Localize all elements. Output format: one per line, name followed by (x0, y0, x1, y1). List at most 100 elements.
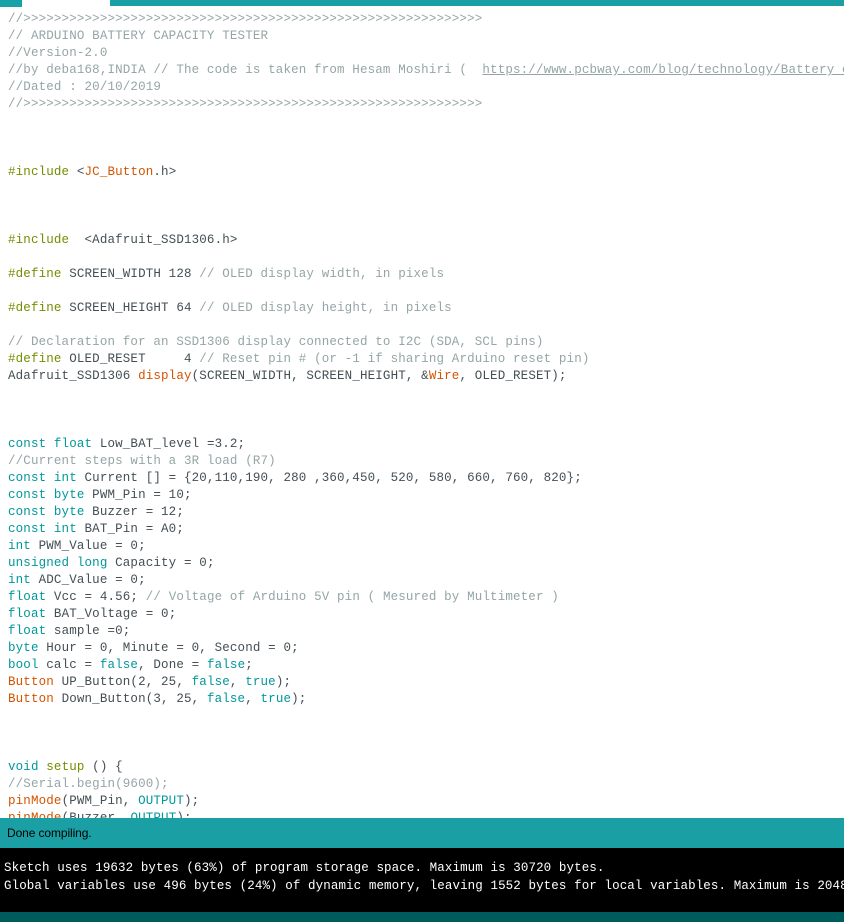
code-token: const float (8, 437, 100, 451)
code-token: true (245, 675, 276, 689)
code-token: //Version-2.0 (8, 46, 108, 60)
code-token: (SCREEN_WIDTH, SCREEN_HEIGHT, & (191, 369, 429, 383)
code-token: <Adafruit_SSD1306.h> (84, 233, 238, 247)
code-token: Hour = 0, Minute = 0, Second = 0; (46, 641, 299, 655)
code-token: OUTPUT (130, 811, 177, 818)
code-editor[interactable]: //>>>>>>>>>>>>>>>>>>>>>>>>>>>>>>>>>>>>>>… (0, 7, 844, 818)
code-line: void setup () { (0, 759, 844, 776)
code-token: const int (8, 522, 85, 536)
code-token: // Voltage of Arduino 5V pin ( Mesured b… (145, 590, 559, 604)
code-line: float BAT_Voltage = 0; (0, 606, 844, 623)
code-token: ; (245, 658, 253, 672)
code-token: BAT_Voltage = 0; (53, 607, 177, 621)
code-line: //Current steps with a 3R load (R7) (0, 453, 844, 470)
code-token: #include (8, 233, 85, 247)
code-line: Button UP_Button(2, 25, false, true); (0, 674, 844, 691)
code-token: float (8, 624, 54, 638)
code-line: // ARDUINO BATTERY CAPACITY TESTER (0, 28, 844, 45)
code-line: unsigned long Capacity = 0; (0, 555, 844, 572)
console-line: Global variables use 496 bytes (24%) of … (4, 879, 844, 893)
code-token: Button (8, 692, 62, 706)
status-message: Done compiling. (7, 826, 92, 840)
code-token: bool (8, 658, 47, 672)
code-line: float Vcc = 4.56; // Voltage of Arduino … (0, 589, 844, 606)
code-token: Capacity = 0; (115, 556, 215, 570)
code-token: SCREEN_WIDTH 128 (69, 267, 200, 281)
code-token: // OLED display width, in pixels (199, 267, 445, 281)
code-token: const byte (8, 505, 93, 519)
code-token: float (8, 607, 54, 621)
code-token: , OLED_RESET); (459, 369, 567, 383)
code-line: const int Current [] = {20,110,190, 280 … (0, 470, 844, 487)
code-token: // OLED display height, in pixels (199, 301, 452, 315)
code-line: //Serial.begin(9600); (0, 776, 844, 793)
code-line: //Dated : 20/10/2019 (0, 79, 844, 96)
code-line: byte Hour = 0, Minute = 0, Second = 0; (0, 640, 844, 657)
code-token: Vcc = 4.56; (53, 590, 146, 604)
code-token: Wire (428, 369, 460, 383)
code-token: , (229, 675, 246, 689)
code-line: #include <JC_Button.h> (0, 164, 844, 181)
code-line: //by deba168,INDIA // The code is taken … (0, 62, 844, 79)
code-line: const int BAT_Pin = A0; (0, 521, 844, 538)
code-token: PWM_Value = 0; (38, 539, 146, 553)
code-token: float (8, 590, 54, 604)
code-token: false (191, 675, 230, 689)
code-token: ); (291, 692, 307, 706)
code-line: //>>>>>>>>>>>>>>>>>>>>>>>>>>>>>>>>>>>>>>… (0, 11, 844, 28)
tab-accent-right (110, 0, 844, 6)
code-token: ); (184, 794, 200, 808)
code-token: //by deba168,INDIA // The code is taken … (8, 63, 483, 77)
code-token: #define (8, 267, 70, 281)
code-line: #define SCREEN_WIDTH 128 // OLED display… (0, 266, 844, 283)
code-token: ADC_Value = 0; (38, 573, 146, 587)
code-token: Low_BAT_level =3.2; (99, 437, 246, 451)
console-output[interactable]: Sketch uses 19632 bytes (63%) of program… (0, 848, 844, 912)
code-token: UP_Button(2, 25, (61, 675, 192, 689)
code-token: (PWM_Pin, (61, 794, 139, 808)
code-line: const float Low_BAT_level =3.2; (0, 436, 844, 453)
code-token: setup (46, 760, 85, 774)
code-token: int (8, 573, 39, 587)
code-token: int (8, 539, 39, 553)
code-token: byte (8, 641, 47, 655)
code-line: //>>>>>>>>>>>>>>>>>>>>>>>>>>>>>>>>>>>>>>… (0, 96, 844, 113)
code-token: void (8, 760, 47, 774)
code-line: pinMode(Buzzer, OUTPUT); (0, 810, 844, 818)
code-token: pinMode (8, 794, 62, 808)
bottom-status-strip (0, 912, 844, 922)
code-token: JC_Button (84, 165, 154, 179)
code-line: float sample =0; (0, 623, 844, 640)
code-token: display (138, 369, 192, 383)
code-token: //Serial.begin(9600); (8, 777, 169, 791)
code-token: // Reset pin # (or -1 if sharing Arduino… (199, 352, 590, 366)
code-token: //Current steps with a 3R load (R7) (8, 454, 276, 468)
code-url-link[interactable]: https://www.pcbway.com/blog/technology/B… (482, 63, 844, 77)
code-line: Adafruit_SSD1306 display(SCREEN_WIDTH, S… (0, 368, 844, 385)
code-token: //Dated : 20/10/2019 (8, 80, 162, 94)
code-token: const byte (8, 488, 93, 502)
code-token: Button (8, 675, 62, 689)
code-token: OLED_RESET 4 (69, 352, 200, 366)
code-line: int ADC_Value = 0; (0, 572, 844, 589)
code-token: unsigned long (8, 556, 116, 570)
code-line: bool calc = false, Done = false; (0, 657, 844, 674)
code-token: true (260, 692, 292, 706)
code-token: pinMode (8, 811, 62, 818)
code-token: () { (84, 760, 123, 774)
code-token: Adafruit_SSD1306 (8, 369, 139, 383)
code-line: int PWM_Value = 0; (0, 538, 844, 555)
code-line: #define SCREEN_HEIGHT 64 // OLED display… (0, 300, 844, 317)
code-token: ); (275, 675, 292, 689)
editor-tab-strip[interactable] (0, 0, 844, 7)
